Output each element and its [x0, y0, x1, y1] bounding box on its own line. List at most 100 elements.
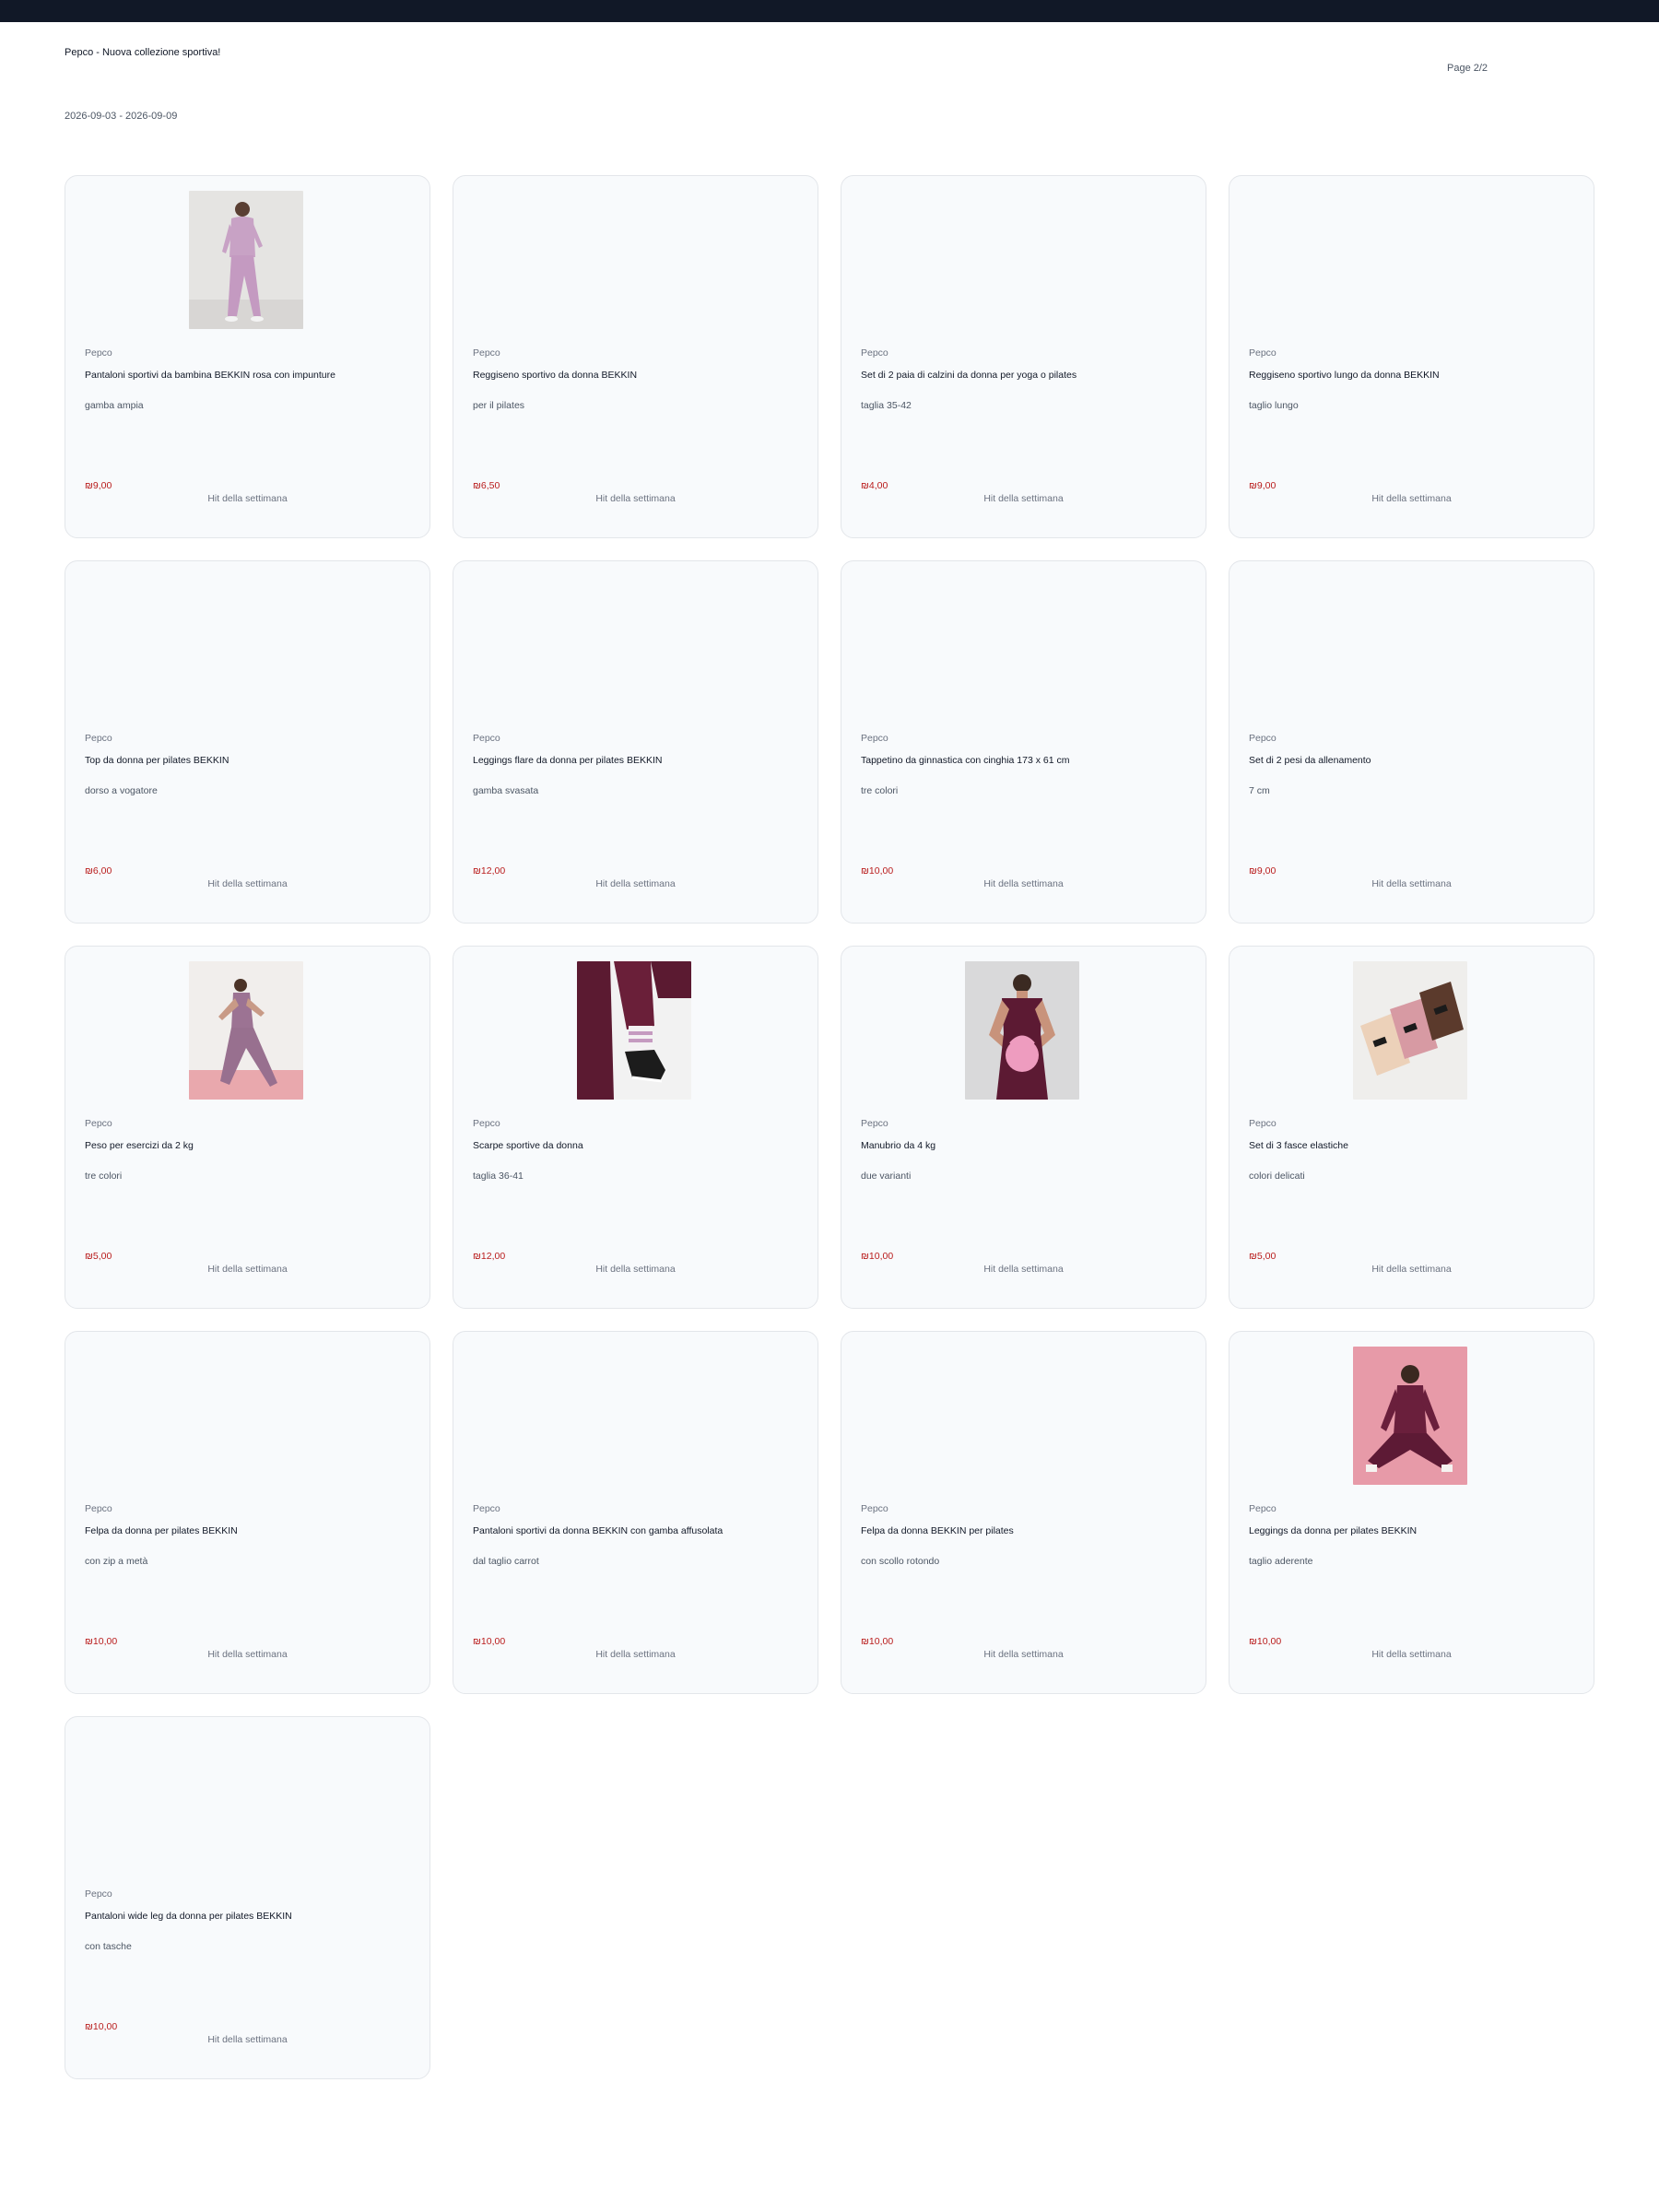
hit-badge: Hit della settimana: [207, 493, 288, 504]
product-card-reggiseno-sportivo-da-donna-bekkin[interactable]: Pepco Reggiseno sportivo da donna BEKKIN p…: [453, 175, 818, 538]
product-detail: dorso a vogatore: [85, 785, 158, 796]
product-name: Set di 2 paia di calzini da donna per yo…: [861, 370, 1077, 381]
product-card-top-da-donna-per-pilates-bekkin[interactable]: Pepco Top da donna per pilates BEKKIN dors…: [65, 560, 430, 924]
product-name: Felpa da donna per pilates BEKKIN: [85, 1525, 238, 1536]
hit-badge: Hit della settimana: [1371, 1649, 1452, 1660]
product-name: Pantaloni wide leg da donna per pilates …: [85, 1911, 292, 1922]
product-name: Set di 3 fasce elastiche: [1249, 1140, 1348, 1151]
product-name: Pantaloni sportivi da donna BEKKIN con g…: [473, 1525, 724, 1536]
product-price: ₪4,00: [861, 480, 888, 491]
product-brand: Pepco: [473, 1503, 500, 1514]
product-name: Manubrio da 4 kg: [861, 1140, 936, 1151]
hit-badge: Hit della settimana: [207, 878, 288, 889]
date-range: 2026-09-03 - 2026-09-09: [65, 111, 178, 122]
product-name: Top da donna per pilates BEKKIN: [85, 755, 229, 766]
product-card-pantaloni-wide-leg-da-donna-per-pilates-bekkin[interactable]: Pepco Pantaloni wide leg da donna per pil…: [65, 1716, 430, 2079]
product-name: Reggiseno sportivo lungo da donna BEKKIN: [1249, 370, 1440, 381]
product-card-scarpe-sportive-da-donna[interactable]: Pepco Scarpe sportive da donna taglia 36-4…: [453, 946, 818, 1309]
product-card-manubrio-da-4-kg[interactable]: Pepco Manubrio da 4 kg due varianti ₪10,00 H…: [841, 946, 1206, 1309]
hit-badge: Hit della settimana: [595, 493, 676, 504]
product-card-felpa-da-donna-per-pilates-bekkin[interactable]: Pepco Felpa da donna per pilates BEKKIN co…: [65, 1331, 430, 1694]
hit-badge: Hit della settimana: [595, 1264, 676, 1275]
product-price: ₪12,00: [473, 1251, 506, 1262]
product-brand: Pepco: [1249, 1118, 1277, 1129]
product-name: Peso per esercizi da 2 kg: [85, 1140, 194, 1151]
product-card-set-di-2-paia-di-calzini-da-donna-per-yoga-o-pilates[interactable]: Pepco Set di 2 paia di calzini da donna p…: [841, 175, 1206, 538]
product-price: ₪10,00: [1249, 1636, 1282, 1647]
product-price: ₪9,00: [85, 480, 112, 491]
product-detail: taglio aderente: [1249, 1556, 1313, 1567]
product-price: ₪10,00: [861, 865, 894, 877]
product-price: ₪6,50: [473, 480, 500, 491]
product-brand: Pepco: [473, 733, 500, 744]
product-brand: Pepco: [861, 1503, 888, 1514]
product-name: Leggings da donna per pilates BEKKIN: [1249, 1525, 1418, 1536]
product-name: Felpa da donna BEKKIN per pilates: [861, 1525, 1014, 1536]
product-card-tappetino-da-ginnastica-con-cinghia-173-x-61-cm[interactable]: Pepco Tappetino da ginnastica con cinghia…: [841, 560, 1206, 924]
product-price: ₪10,00: [473, 1636, 506, 1647]
product-name: Pantaloni sportivi da bambina BEKKIN ros…: [85, 370, 335, 381]
product-detail: taglio lungo: [1249, 400, 1299, 411]
product-card-reggiseno-sportivo-lungo-da-donna-bekkin[interactable]: Pepco Reggiseno sportivo lungo da donna B…: [1229, 175, 1594, 538]
product-detail: tre colori: [861, 785, 899, 796]
hit-badge: Hit della settimana: [207, 1649, 288, 1660]
product-name: Set di 2 pesi da allenamento: [1249, 755, 1371, 766]
product-price: ₪10,00: [85, 2021, 118, 2032]
product-image-woman-kettlebell: [965, 961, 1079, 1100]
product-brand: Pepco: [85, 1888, 112, 1900]
product-detail: gamba ampia: [85, 400, 144, 411]
hit-badge: Hit della settimana: [1371, 1264, 1452, 1275]
product-card-leggings-da-donna-per-pilates-bekkin[interactable]: Pepco Leggings da donna per pilates BEKKI…: [1229, 1331, 1594, 1694]
product-grid: Pepco Pantaloni sportivi da bambina BEKKI…: [65, 175, 1594, 2079]
product-price: ₪9,00: [1249, 865, 1277, 877]
product-price: ₪10,00: [861, 1251, 894, 1262]
product-price: ₪10,00: [85, 1636, 118, 1647]
product-detail: colori delicati: [1249, 1171, 1305, 1182]
product-card-set-di-2-pesi-da-allenamento[interactable]: Pepco Set di 2 pesi da allenamento 7 cm ₪9,…: [1229, 560, 1594, 924]
product-name: Reggiseno sportivo da donna BEKKIN: [473, 370, 638, 381]
product-price: ₪5,00: [85, 1251, 112, 1262]
product-card-felpa-da-donna-bekkin-per-pilates[interactable]: Pepco Felpa da donna BEKKIN per pilates co…: [841, 1331, 1206, 1694]
product-detail: tre colori: [85, 1171, 123, 1182]
product-brand: Pepco: [85, 347, 112, 359]
product-brand: Pepco: [861, 733, 888, 744]
product-card-peso-per-esercizi-da-2-kg[interactable]: Pepco Peso per esercizi da 2 kg tre colori…: [65, 946, 430, 1309]
hit-badge: Hit della settimana: [207, 2034, 288, 2045]
product-image-resistance-bands: [1353, 961, 1467, 1100]
hit-badge: Hit della settimana: [983, 878, 1064, 889]
product-brand: Pepco: [85, 1503, 112, 1514]
product-detail: con scollo rotondo: [861, 1556, 940, 1567]
hit-badge: Hit della settimana: [983, 1649, 1064, 1660]
product-brand: Pepco: [85, 733, 112, 744]
product-detail: con tasche: [85, 1941, 132, 1952]
product-brand: Pepco: [1249, 733, 1277, 744]
product-brand: Pepco: [861, 347, 888, 359]
page-indicator: Page 2/2: [1447, 63, 1488, 74]
hit-badge: Hit della settimana: [1371, 878, 1452, 889]
product-price: ₪6,00: [85, 865, 112, 877]
product-detail: dal taglio carrot: [473, 1556, 539, 1567]
product-detail: taglia 35-42: [861, 400, 912, 411]
hit-badge: Hit della settimana: [207, 1264, 288, 1275]
product-card-leggings-flare-da-donna-per-pilates-bekkin[interactable]: Pepco Leggings flare da donna per pilates…: [453, 560, 818, 924]
product-brand: Pepco: [473, 1118, 500, 1129]
product-brand: Pepco: [1249, 347, 1277, 359]
product-image-legs-sneaker: [577, 961, 691, 1100]
product-brand: Pepco: [473, 347, 500, 359]
product-detail: due varianti: [861, 1171, 912, 1182]
product-card-set-di-3-fasce-elastiche[interactable]: Pepco Set di 3 fasce elastiche colori deli…: [1229, 946, 1594, 1309]
product-detail: gamba svasata: [473, 785, 539, 796]
hit-badge: Hit della settimana: [1371, 493, 1452, 504]
page-title: Pepco - Nuova collezione sportiva!: [65, 47, 221, 58]
product-image-girl-pink-tracksuit: [189, 191, 303, 329]
product-card-pantaloni-sportivi-da-donna-bekkin-con-gamba-affusolata[interactable]: Pepco Pantaloni sportivi da donna BEKKIN …: [453, 1331, 818, 1694]
product-name: Scarpe sportive da donna: [473, 1140, 583, 1151]
hit-badge: Hit della settimana: [595, 1649, 676, 1660]
product-detail: taglia 36-41: [473, 1171, 524, 1182]
product-detail: con zip a metà: [85, 1556, 148, 1567]
product-card-pantaloni-sportivi-da-bambina-bekkin-rosa-con-impunture[interactable]: Pepco Pantaloni sportivi da bambina BEKKI…: [65, 175, 430, 538]
hit-badge: Hit della settimana: [983, 1264, 1064, 1275]
product-brand: Pepco: [85, 1118, 112, 1129]
product-name: Leggings flare da donna per pilates BEKK…: [473, 755, 663, 766]
product-price: ₪12,00: [473, 865, 506, 877]
